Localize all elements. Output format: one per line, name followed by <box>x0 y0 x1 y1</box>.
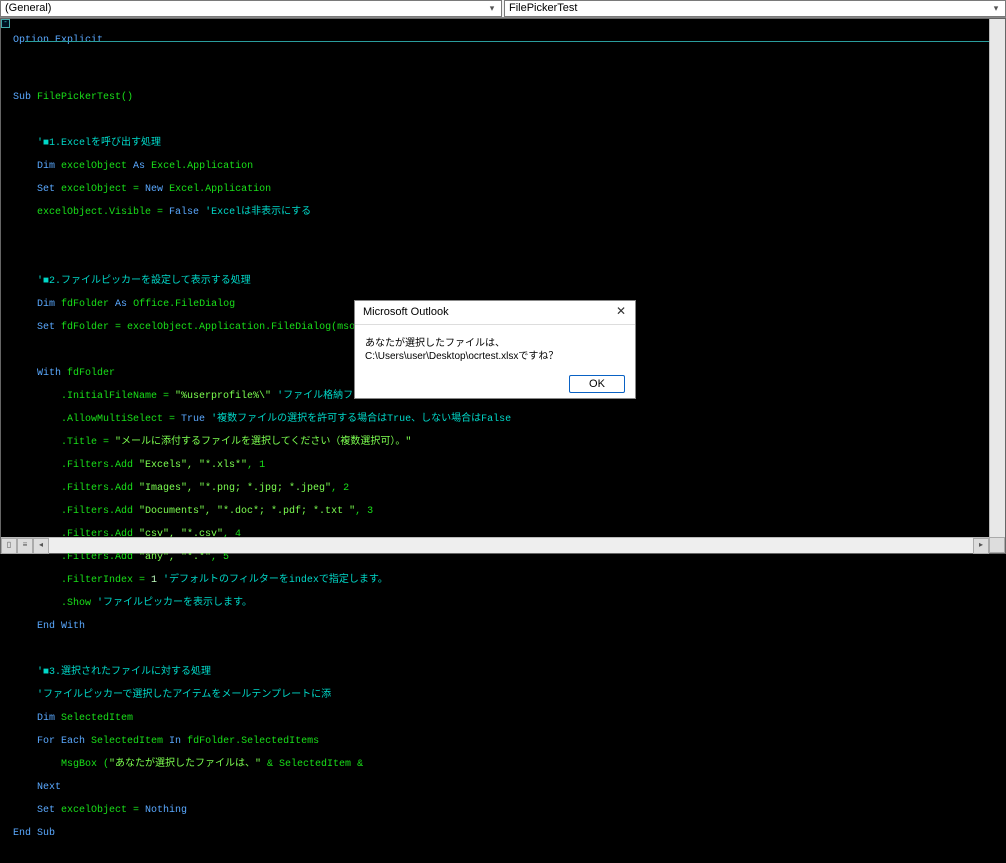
code-token: excelObject.Visible = <box>37 207 169 218</box>
code-token: End With <box>37 621 85 632</box>
code-token: , 5 <box>211 552 229 563</box>
message-box-titlebar[interactable]: Microsoft Outlook ✕ <box>355 301 635 325</box>
close-icon[interactable]: ✕ <box>611 303 631 321</box>
code-comment: 'Excelは非表示にする <box>199 207 311 218</box>
code-token: fdFolder <box>55 299 115 310</box>
procedure-dropdown[interactable]: FilePickerTest ▾ <box>504 0 1006 17</box>
code-token: Excel.Application <box>163 184 271 195</box>
code-token: New <box>145 184 163 195</box>
code-token: Next <box>37 782 61 793</box>
code-token: With <box>37 368 61 379</box>
code-token: Set <box>37 184 55 195</box>
code-token: .Show <box>61 598 97 609</box>
chevron-down-icon: ▾ <box>485 2 499 16</box>
code-token: End Sub <box>13 828 55 839</box>
collapse-toggle-icon[interactable]: - <box>1 19 10 28</box>
code-token: False <box>169 207 199 218</box>
code-token: .Filters.Add <box>61 506 139 517</box>
code-token: As <box>115 299 127 310</box>
code-token: Excel.Application <box>145 161 253 172</box>
code-token: .Filters.Add <box>61 552 139 563</box>
message-box-body: あなたが選択したファイルは、C:\Users\user\Desktop\ocrt… <box>355 325 635 369</box>
code-token: Set <box>37 805 55 816</box>
code-comment: 'ファイルピッカーを表示します。 <box>97 598 252 609</box>
object-dropdown-value: (General) <box>5 2 51 15</box>
code-token: fdFolder.SelectedItems <box>181 736 319 747</box>
code-string: "あなたが選択したファイルは、" <box>109 759 261 770</box>
message-box-footer: OK <box>355 370 635 398</box>
code-token: True <box>181 414 205 425</box>
code-string: "any", "*.*" <box>139 552 211 563</box>
code-token: Dim <box>37 161 55 172</box>
code-token: .Title = <box>61 437 115 448</box>
code-string: "%userprofile%\" <box>175 391 271 402</box>
code-token: For Each <box>37 736 85 747</box>
scrollbar-track[interactable] <box>49 538 973 553</box>
code-token: .InitialFileName = <box>61 391 175 402</box>
code-editor[interactable]: - Option Explicit Sub FilePickerTest() '… <box>0 18 1006 554</box>
code-token: In <box>169 736 181 747</box>
section-ruler <box>25 41 995 42</box>
vertical-scrollbar[interactable] <box>989 19 1005 537</box>
view-full-module-icon[interactable]: ▯ <box>1 538 17 554</box>
code-token: SelectedItem <box>85 736 169 747</box>
declaration-bar: (General) ▾ FilePickerTest ▾ <box>0 0 1006 18</box>
ok-button[interactable]: OK <box>569 375 625 393</box>
code-token: , 3 <box>355 506 373 517</box>
code-token: , 2 <box>331 483 349 494</box>
code-comment: '■2.ファイルピッカーを設定して表示する処理 <box>37 276 251 287</box>
object-dropdown[interactable]: (General) ▾ <box>0 0 502 17</box>
ok-button-label: OK <box>589 378 605 391</box>
code-token: MsgBox ( <box>61 759 109 770</box>
code-token: As <box>133 161 145 172</box>
chevron-down-icon: ▾ <box>989 2 1003 16</box>
code-token: FilePickerTest() <box>31 92 133 103</box>
code-token: & SelectedItem & <box>261 759 363 770</box>
code-string: "メールに添付するファイルを選択してください（複数選択可）。" <box>115 437 411 448</box>
code-token: Dim <box>37 713 55 724</box>
code-comment: '■3.選択されたファイルに対する処理 <box>37 667 211 678</box>
code-comment: '複数ファイルの選択を許可する場合はTrue、しない場合はFalse <box>205 414 511 425</box>
code-token: excelObject = <box>55 184 145 195</box>
code-string: "Images", "*.png; *.jpg; *.jpeg" <box>139 483 331 494</box>
code-comment: '■1.Excelを呼び出す処理 <box>37 138 161 149</box>
code-string: "Excels", "*.xls*" <box>139 460 247 471</box>
horizontal-scrollbar[interactable]: ▯ ≡ ◂ ▸ <box>1 537 989 553</box>
code-token: .AllowMultiSelect = <box>61 414 181 425</box>
scrollbar-corner <box>989 537 1005 553</box>
scroll-right-icon[interactable]: ▸ <box>973 538 989 554</box>
code-token: .FilterIndex = <box>61 575 151 586</box>
code-token: Dim <box>37 299 55 310</box>
code-token: Nothing <box>145 805 187 816</box>
code-token: Sub <box>13 92 31 103</box>
scroll-left-icon[interactable]: ◂ <box>33 538 49 554</box>
code-token: Set <box>37 322 55 333</box>
code-token: SelectedItem <box>55 713 133 724</box>
code-token: excelObject = <box>55 805 145 816</box>
code-token: Office.FileDialog <box>127 299 235 310</box>
code-token: fdFolder <box>61 368 115 379</box>
view-procedure-icon[interactable]: ≡ <box>17 538 33 554</box>
code-string: "Documents", "*.doc*; *.pdf; *.txt " <box>139 506 355 517</box>
code-token: , 1 <box>247 460 265 471</box>
message-box: Microsoft Outlook ✕ あなたが選択したファイルは、C:\Use… <box>354 300 636 399</box>
code-comment: 'ファイルピッカーで選択したアイテムをメールテンプレートに添 <box>37 690 331 701</box>
message-box-title: Microsoft Outlook <box>363 306 449 319</box>
code-token: .Filters.Add <box>61 483 139 494</box>
code-token: Option Explicit <box>13 35 103 46</box>
code-token: .Filters.Add <box>61 460 139 471</box>
code-content: Option Explicit Sub FilePickerTest() '■1… <box>13 23 1001 863</box>
procedure-dropdown-value: FilePickerTest <box>509 2 577 15</box>
code-comment: 'デフォルトのフィルターをindexで指定します。 <box>157 575 388 586</box>
code-token: excelObject <box>55 161 133 172</box>
